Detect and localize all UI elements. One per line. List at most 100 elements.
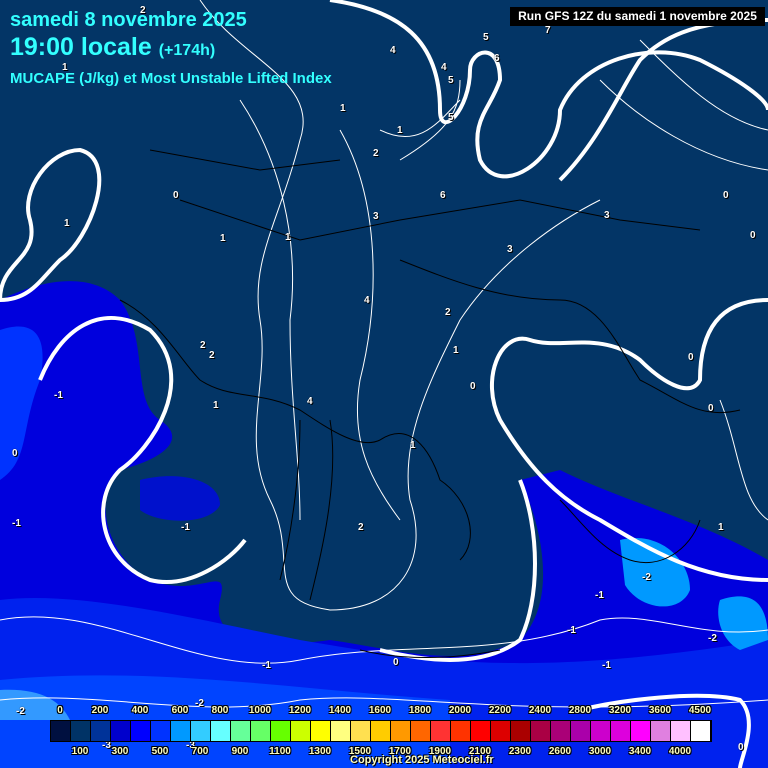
legend-label: 800	[211, 705, 229, 716]
legend-swatch	[91, 721, 111, 741]
contour-label: -1	[181, 522, 190, 533]
legend-swatch	[211, 721, 231, 741]
contour-label: -1	[12, 518, 21, 529]
legend-swatch	[631, 721, 651, 741]
legend-label: 2800	[568, 705, 592, 716]
legend-swatch	[131, 721, 151, 741]
map-canvas	[0, 0, 768, 768]
legend-swatch	[271, 721, 291, 741]
legend-label: 4500	[688, 705, 712, 716]
legend-swatch	[571, 721, 591, 741]
legend-swatch	[451, 721, 471, 741]
contour-label: -1	[262, 660, 271, 671]
contour-label: 5	[448, 75, 454, 86]
weather-map: samedi 8 novembre 2025 19:00 locale (+17…	[0, 0, 768, 768]
contour-label: 0	[688, 352, 694, 363]
legend-swatch	[191, 721, 211, 741]
time-label: 19:00 locale	[10, 33, 152, 61]
legend-label: 2300	[508, 746, 532, 757]
contour-label: 2	[200, 340, 206, 351]
contour-label: -1	[595, 590, 604, 601]
contour-label: -2	[195, 698, 204, 709]
contour-label: 0	[750, 230, 756, 241]
contour-label: 4	[441, 62, 447, 73]
contour-label: 0	[723, 190, 729, 201]
legend-label: 300	[111, 746, 129, 757]
contour-label: 3	[604, 210, 610, 221]
forecast-date: samedi 8 novembre 2025	[10, 9, 247, 31]
legend-label: 3000	[588, 746, 612, 757]
contour-label: 1	[453, 345, 459, 356]
legend-swatch	[391, 721, 411, 741]
legend-swatch	[231, 721, 251, 741]
contour-label: 0	[738, 742, 744, 753]
contour-label: 0	[173, 190, 179, 201]
legend-label: 700	[191, 746, 209, 757]
legend-swatch	[331, 721, 351, 741]
legend-label: 900	[231, 746, 249, 757]
legend-label: 100	[71, 746, 89, 757]
legend-swatch	[291, 721, 311, 741]
legend-label: 1300	[308, 746, 332, 757]
legend-label: 2200	[488, 705, 512, 716]
legend-swatch	[431, 721, 451, 741]
contour-label: 1	[718, 522, 724, 533]
contour-label: 6	[494, 53, 500, 64]
legend-swatch	[51, 721, 71, 741]
legend-swatch	[491, 721, 511, 741]
contour-label: 2	[209, 350, 215, 361]
contour-label: 2	[373, 148, 379, 159]
legend-swatch	[311, 721, 331, 741]
legend-label: 1200	[288, 705, 312, 716]
contour-label: 1	[213, 400, 219, 411]
legend-swatch	[651, 721, 671, 741]
legend-swatch	[171, 721, 191, 741]
legend-swatch	[151, 721, 171, 741]
legend-label: 3200	[608, 705, 632, 716]
legend-label: 1600	[368, 705, 392, 716]
copyright: Copyright 2025 Meteociel.fr	[350, 754, 494, 766]
legend-label: 2400	[528, 705, 552, 716]
contour-label: -2	[16, 706, 25, 717]
color-legend	[50, 720, 712, 742]
legend-label: 2600	[548, 746, 572, 757]
contour-label: 4	[364, 295, 370, 306]
legend-swatch	[691, 721, 711, 741]
contour-label: 0	[12, 448, 18, 459]
contour-label: -2	[708, 633, 717, 644]
legend-swatch	[111, 721, 131, 741]
contour-label: 2	[358, 522, 364, 533]
contour-label: 3	[507, 244, 513, 255]
legend-label: 0	[57, 705, 63, 716]
contour-label: 1	[62, 62, 68, 73]
contour-label: -1	[567, 625, 576, 636]
legend-label: 3600	[648, 705, 672, 716]
contour-label: -1	[602, 660, 611, 671]
legend-swatch	[371, 721, 391, 741]
legend-label: 1800	[408, 705, 432, 716]
contour-label: -1	[54, 390, 63, 401]
contour-label: 4	[307, 396, 313, 407]
contour-label: 0	[470, 381, 476, 392]
legend-swatch	[591, 721, 611, 741]
legend-label: 500	[151, 746, 169, 757]
legend-label: 600	[171, 705, 189, 716]
contour-label: 1	[220, 233, 226, 244]
legend-swatch	[411, 721, 431, 741]
legend-swatch	[611, 721, 631, 741]
parameter-title: MUCAPE (J/kg) et Most Unstable Lifted In…	[10, 70, 332, 87]
legend-swatch	[251, 721, 271, 741]
contour-label: 0	[708, 403, 714, 414]
contour-label: 1	[64, 218, 70, 229]
legend-swatch	[471, 721, 491, 741]
contour-label: 6	[440, 190, 446, 201]
legend-swatch	[71, 721, 91, 741]
contour-label: 1	[340, 103, 346, 114]
contour-label: 1	[410, 440, 416, 451]
legend-label: 400	[131, 705, 149, 716]
legend-swatch	[351, 721, 371, 741]
legend-swatch	[671, 721, 691, 741]
contour-label: 4	[390, 45, 396, 56]
contour-label: 0	[393, 657, 399, 668]
legend-label: 200	[91, 705, 109, 716]
